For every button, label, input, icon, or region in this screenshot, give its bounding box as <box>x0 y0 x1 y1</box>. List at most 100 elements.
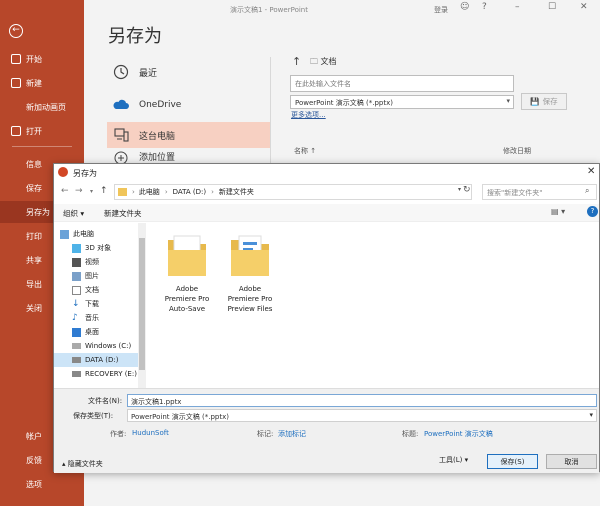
desktop-icon <box>72 327 81 337</box>
drive-icon <box>72 343 81 349</box>
nav-divider <box>12 146 72 147</box>
minimize-icon[interactable]: – <box>515 2 520 12</box>
folder-item-preview-files[interactable] <box>229 232 271 280</box>
chevron-right-icon: › <box>132 188 135 196</box>
help-icon[interactable]: ? <box>587 206 598 217</box>
nav-open[interactable]: 打开 <box>0 120 84 142</box>
recent-dropdown-icon[interactable]: ▾ <box>90 188 93 195</box>
dialog-title-bar[interactable] <box>54 164 599 182</box>
computer-icon <box>114 128 129 142</box>
help-icon[interactable]: ? <box>482 2 487 12</box>
breadcrumb-pc[interactable]: 此电脑 <box>139 187 160 197</box>
author-value[interactable]: HudunSoft <box>132 429 169 437</box>
folder-label-autosave[interactable]: Adobe Premiere Pro Auto-Save <box>155 284 219 314</box>
filename-label: 文件名(N): <box>88 397 123 405</box>
computer-icon <box>60 229 69 239</box>
chevron-right-icon: › <box>211 188 214 196</box>
location-recent[interactable]: 最近 <box>107 59 270 85</box>
navigation-tree: 此电脑 3D 对象 视频 图片 文档 ↓ 下载 ♪ 音乐 桌面 Windows (C… <box>54 223 146 388</box>
chevron-down-icon: ▾ <box>464 456 469 464</box>
folder-label-preview-files[interactable]: Adobe Premiere Pro Preview Files <box>218 284 282 314</box>
save-icon: 💾 <box>530 97 540 106</box>
dialog-toolbar: 组织 ▾ 新建文件夹 ▤ ▾ ? <box>54 204 599 222</box>
tags-label: 标记: <box>257 430 274 438</box>
organize-button[interactable]: 组织 ▾ <box>63 208 84 219</box>
save-as-dialog: 另存为 ✕ ← → ▾ ↑ › 此电脑 › DATA (D:) › 新建文件夹 … <box>53 163 600 473</box>
maximize-icon[interactable]: ☐ <box>548 2 556 12</box>
nav-home[interactable]: 开始 <box>0 48 84 70</box>
dialog-title: 另存为 <box>73 169 97 178</box>
nav-new-animation-page[interactable]: 新加动画页 <box>0 96 84 118</box>
drive-icon <box>72 357 81 363</box>
folder-icon <box>118 188 127 196</box>
new-folder-button[interactable]: 新建文件夹 <box>104 208 142 219</box>
dialog-save-button[interactable]: 保存(S) <box>487 454 538 469</box>
tags-value[interactable]: 添加标记 <box>278 429 306 439</box>
address-row: ← → ▾ ↑ › 此电脑 › DATA (D:) › 新建文件夹 ▾ ↻ 搜索… <box>54 182 599 204</box>
filename-input[interactable]: 在此处输入文件名 <box>290 75 514 92</box>
folder-open-icon <box>11 126 21 136</box>
cube-icon <box>72 243 81 253</box>
breadcrumb-folder[interactable]: 新建文件夹 <box>219 187 254 197</box>
address-dropdown-icon[interactable]: ▾ <box>458 186 461 193</box>
tree-item-d-drive[interactable]: DATA (D:) <box>54 353 138 367</box>
page-title: 另存为 <box>108 26 162 47</box>
up-icon[interactable]: ↑ <box>100 186 108 196</box>
search-input[interactable]: 搜索"新建文件夹" <box>482 184 597 200</box>
dialog-bottom-panel: 文件名(N): 演示文稿1.pptx 保存类型(T): PowerPoint 演… <box>54 388 599 473</box>
dialog-filetype-select[interactable]: PowerPoint 演示文稿 (*.pptx) ▾ <box>127 409 597 422</box>
location-onedrive[interactable]: OneDrive <box>107 92 270 118</box>
clock-icon <box>113 64 129 80</box>
chevron-down-icon: ▾ <box>589 411 593 419</box>
hide-folders-toggle[interactable]: ▴ 隐藏文件夹 <box>62 459 103 469</box>
dialog-filename-input[interactable]: 演示文稿1.pptx <box>127 394 597 407</box>
video-icon <box>72 257 81 267</box>
column-header-modified[interactable]: 修改日期 <box>503 146 531 156</box>
download-icon: ↓ <box>72 298 80 309</box>
back-arrow-icon[interactable]: ← <box>9 24 23 38</box>
smiley-icon[interactable]: ☺ <box>460 2 469 12</box>
current-folder: 🗀 文档 <box>310 57 337 66</box>
dialog-cancel-button[interactable]: 取消 <box>546 454 597 469</box>
dialog-close-icon[interactable]: ✕ <box>587 166 595 177</box>
folder-icon <box>168 235 206 276</box>
column-divider <box>270 57 271 167</box>
nav-options[interactable]: 选项 <box>0 473 84 495</box>
cloud-icon <box>113 99 129 109</box>
breadcrumb-drive[interactable]: DATA (D:) <box>173 188 206 196</box>
location-this-pc[interactable]: 这台电脑 <box>107 122 270 148</box>
new-document-icon <box>11 78 21 88</box>
view-options-icon[interactable]: ▤ ▾ <box>551 207 565 216</box>
tools-button[interactable]: 工具(L) ▾ <box>439 455 468 465</box>
location-add-place[interactable]: 添加位置 <box>107 150 270 163</box>
save-button[interactable]: 💾 保存 <box>521 93 567 110</box>
search-icon: ⌕ <box>585 186 590 195</box>
filetype-select[interactable]: PowerPoint 演示文稿 (*.pptx) ▾ <box>290 95 514 109</box>
title-value[interactable]: PowerPoint 演示文稿 <box>424 429 493 439</box>
chevron-down-icon: ▾ <box>506 97 510 105</box>
address-bar[interactable]: › 此电脑 › DATA (D:) › 新建文件夹 <box>114 184 472 200</box>
window-title: 演示文稿1 - PowerPoint <box>230 6 308 14</box>
drive-icon <box>72 371 81 377</box>
author-label: 作者: <box>110 430 127 438</box>
folder-item-autosave[interactable] <box>166 232 208 280</box>
folder-icon <box>231 235 269 276</box>
picture-icon <box>72 271 81 281</box>
more-options-link[interactable]: 更多选项... <box>291 110 326 120</box>
window-close-icon[interactable]: ✕ <box>580 2 588 12</box>
music-icon: ♪ <box>72 312 78 323</box>
document-icon <box>72 285 81 295</box>
tree-item-this-pc[interactable]: 此电脑 <box>60 227 138 241</box>
sign-in-link[interactable]: 登录 <box>434 5 448 15</box>
forward-icon[interactable]: → <box>75 186 83 196</box>
home-icon <box>11 54 21 64</box>
tree-scrollbar-thumb[interactable] <box>139 238 145 370</box>
refresh-icon[interactable]: ↻ <box>463 185 471 195</box>
filetype-label: 保存类型(T): <box>73 412 114 420</box>
back-icon[interactable]: ← <box>61 186 69 196</box>
nav-new[interactable]: 新建 <box>0 72 84 94</box>
column-header-name[interactable]: 名称 ↑ <box>294 146 316 156</box>
chevron-right-icon: › <box>164 188 168 196</box>
up-folder-icon[interactable]: ↑ <box>292 55 301 68</box>
title-label: 标题: <box>402 430 419 438</box>
